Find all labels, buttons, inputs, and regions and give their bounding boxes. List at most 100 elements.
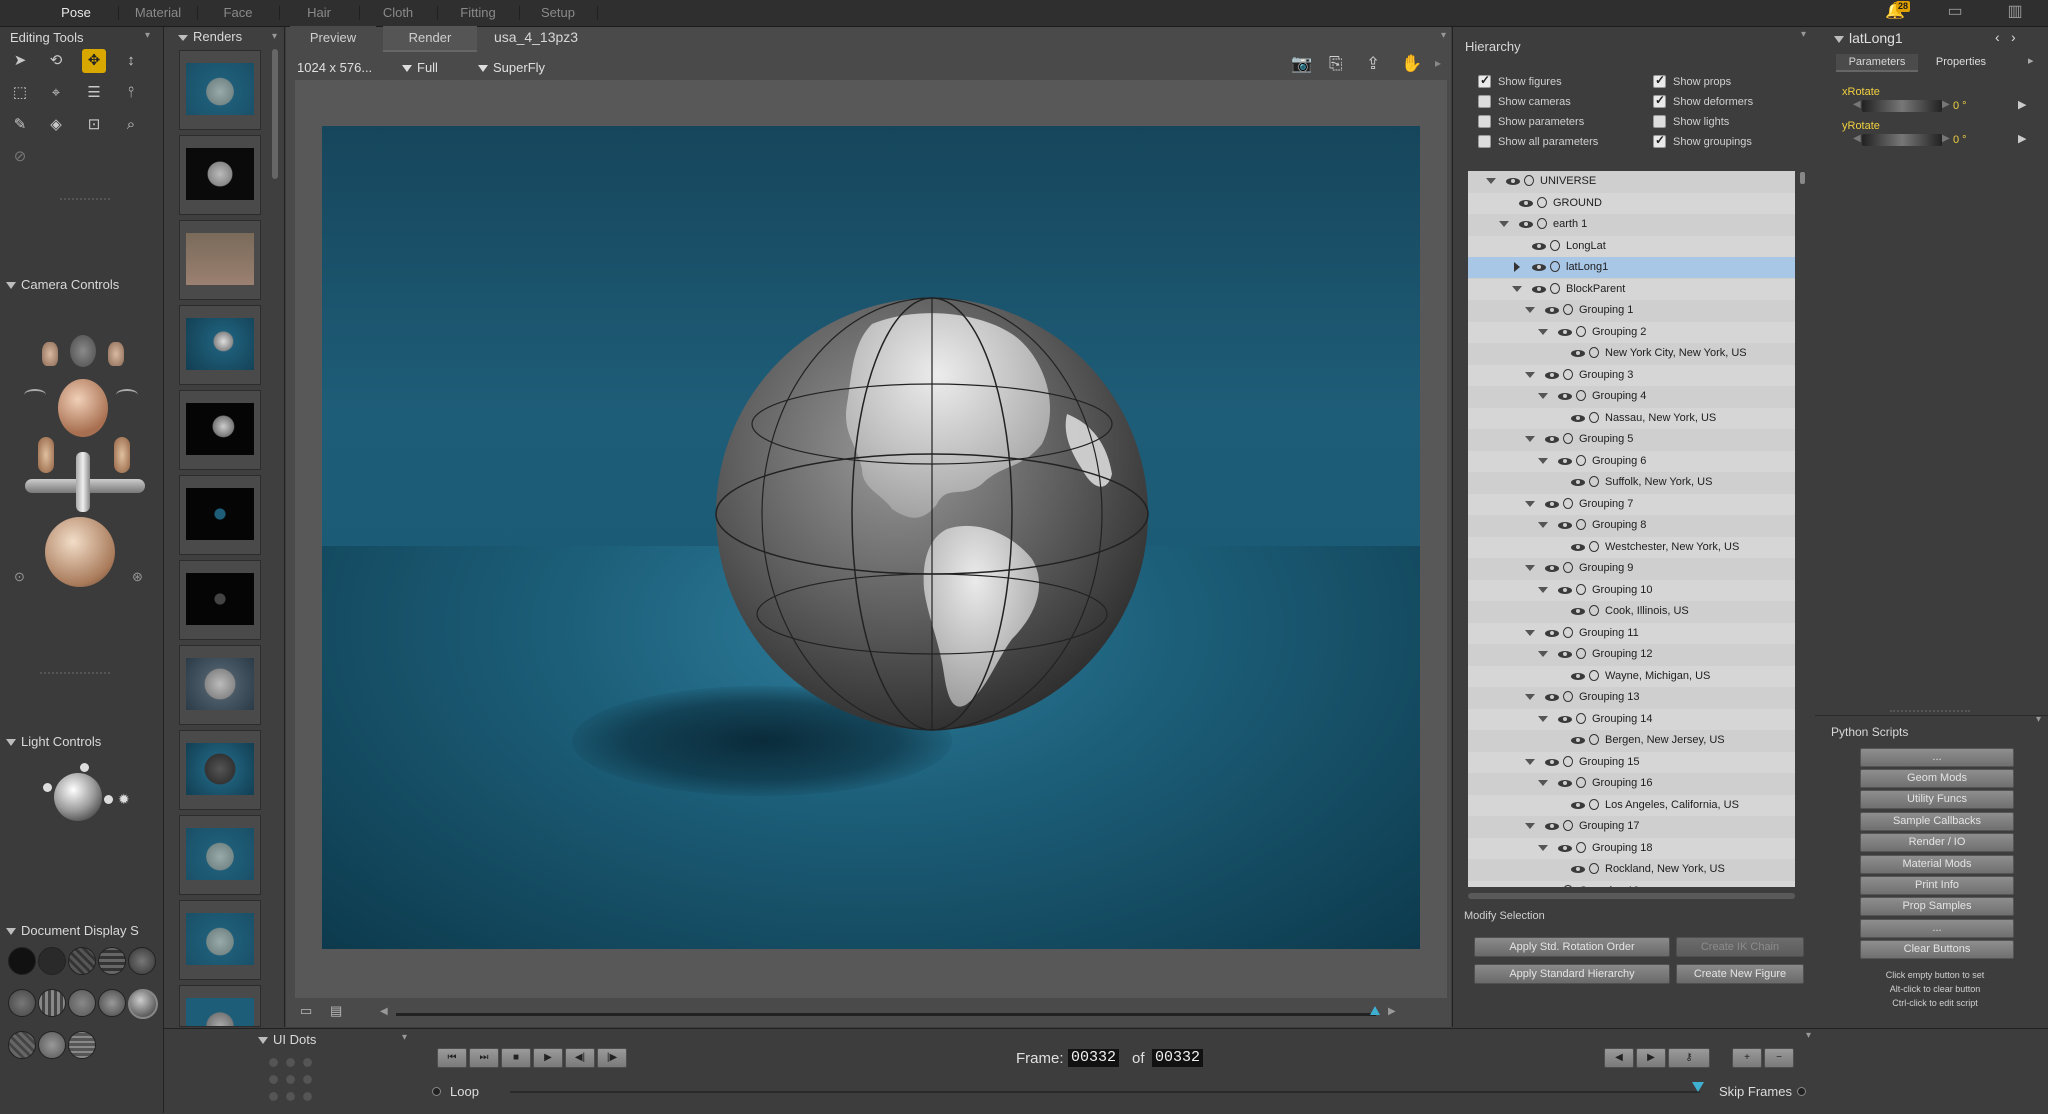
timeline-scrubber[interactable] (1692, 1082, 1704, 1092)
render-thumbnail[interactable] (179, 220, 261, 300)
tree-node[interactable]: LongLat (1468, 235, 1795, 257)
add-keyframe-button[interactable]: + (1732, 1048, 1762, 1068)
tab-face[interactable]: Face (198, 3, 278, 23)
render-thumbnail[interactable] (179, 730, 261, 810)
tree-node[interactable]: Grouping 9 (1468, 558, 1795, 579)
hidden-line-style-swatch[interactable] (98, 947, 126, 975)
tree-node[interactable]: Suffolk, New York, US (1468, 472, 1795, 493)
current-frame-field[interactable]: 00332 (1068, 1049, 1120, 1067)
tree-node[interactable]: Grouping 16 (1468, 773, 1795, 794)
visibility-eye-icon[interactable] (1571, 414, 1585, 422)
tree-horizontal-scrollbar[interactable] (1468, 893, 1795, 899)
script-button-material-mods[interactable]: Material Mods (1860, 855, 2014, 874)
right-arm-icon[interactable] (114, 437, 130, 473)
edit-keyframes-key-icon[interactable]: ⚷ (1668, 1048, 1710, 1068)
ui-dots-menu-icon[interactable]: ▾ (402, 1032, 407, 1043)
tree-node[interactable]: Wayne, Michigan, US (1468, 665, 1795, 687)
grouping-tool-icon[interactable]: ⊡ (82, 113, 106, 137)
tree-node[interactable]: Grouping 5 (1468, 429, 1795, 450)
visibility-eye-icon[interactable] (1558, 457, 1572, 465)
tree-node[interactable]: Grouping 3 (1468, 364, 1795, 386)
sun-icon[interactable]: ✹ (118, 791, 130, 808)
rotate-tool-icon[interactable]: ⟲ (44, 49, 68, 73)
translate-y-tool-icon[interactable]: ↕ (119, 49, 143, 73)
expand-toggle-icon[interactable] (1538, 715, 1548, 722)
morph-brush-icon[interactable]: ✎ (8, 113, 32, 137)
create-ik-chain-button[interactable]: Create IK Chain (1676, 937, 1804, 957)
xrotate-value[interactable]: 0 ° (1953, 100, 1967, 112)
visibility-eye-icon[interactable] (1558, 780, 1572, 787)
render-camera-icon[interactable]: 📷 (1291, 54, 1312, 74)
expand-toggle-icon[interactable] (1525, 436, 1535, 442)
hierarchy-menu-icon[interactable]: ▾ (1801, 29, 1806, 40)
scale-tool-icon[interactable]: ⬚ (8, 81, 32, 105)
cartoon-style-swatch[interactable] (68, 989, 96, 1017)
select-tool-icon[interactable]: ➤ (8, 49, 32, 73)
visibility-eye-icon[interactable] (1532, 242, 1546, 250)
render-quality-dropdown[interactable]: Full (402, 60, 438, 75)
tree-node[interactable]: Bergen, New Jersey, US (1468, 730, 1795, 751)
next-keyframe-button[interactable]: ▶ (1636, 1048, 1666, 1068)
renders-scrollbar[interactable] (272, 49, 278, 179)
visibility-eye-icon[interactable] (1558, 393, 1572, 400)
face-camera-icon[interactable] (70, 335, 96, 367)
params-menu-icon[interactable]: ▸ (2028, 54, 2034, 67)
script-button-prop-samples[interactable]: Prop Samples (1860, 897, 2014, 916)
rotate-left-icon[interactable] (24, 389, 46, 401)
tree-node[interactable]: Grouping 4 (1468, 386, 1795, 407)
translate-tool-icon[interactable]: ✥ (82, 49, 106, 73)
script-button-geom-mods[interactable]: Geom Mods (1860, 769, 2014, 788)
visibility-eye-icon[interactable] (1545, 629, 1559, 637)
render-thumbnail[interactable] (179, 645, 261, 725)
xrotate-dial[interactable] (1862, 100, 1942, 112)
expand-toggle-icon[interactable] (1525, 629, 1535, 636)
xrotate-dec-icon[interactable]: ◀ (1853, 99, 1861, 110)
left-arm-icon[interactable] (38, 437, 54, 473)
right-hand-camera-icon[interactable] (108, 342, 124, 366)
yrotate-menu-icon[interactable]: ▶ (2018, 132, 2026, 145)
tree-node[interactable]: Grouping 14 (1468, 708, 1795, 730)
renderer-dropdown[interactable]: SuperFly (478, 60, 545, 75)
yrotate-value[interactable]: 0 ° (1953, 134, 1967, 146)
expand-toggle-icon[interactable] (1486, 178, 1496, 184)
total-frames-field[interactable]: 00332 (1152, 1049, 1204, 1067)
render-scrub-track[interactable] (396, 1013, 1376, 1016)
script-button-empty[interactable]: ... (1860, 919, 2014, 938)
tree-node[interactable]: Grouping 10 (1468, 579, 1795, 601)
expand-toggle-icon[interactable] (1538, 780, 1548, 786)
chat-icon[interactable]: ▭ (1942, 2, 1968, 22)
loop-radio[interactable] (432, 1087, 441, 1096)
tab-fitting[interactable]: Fitting (438, 3, 518, 23)
visibility-eye-icon[interactable] (1571, 866, 1585, 873)
create-new-figure-button[interactable]: Create New Figure (1676, 964, 1804, 984)
outline-style-swatch[interactable] (38, 947, 66, 975)
tree-node[interactable]: Rockland, New York, US (1468, 859, 1795, 880)
skip-frames-radio[interactable] (1797, 1087, 1806, 1096)
visibility-eye-icon[interactable] (1571, 479, 1585, 486)
xrotate-inc-icon[interactable]: ▶ (1942, 99, 1950, 110)
scrub-left-icon[interactable]: ◀ (380, 1006, 388, 1017)
sketch-style-swatch[interactable] (38, 1031, 66, 1059)
tree-node[interactable]: Grouping 8 (1468, 515, 1795, 536)
tree-node[interactable]: BlockParent (1468, 278, 1795, 300)
smooth-lined-style-swatch[interactable] (8, 1031, 36, 1059)
tree-scrollbar[interactable] (1800, 172, 1805, 184)
visibility-eye-icon[interactable] (1545, 500, 1559, 508)
expand-toggle-icon[interactable] (1525, 758, 1535, 765)
tree-node[interactable]: Grouping 6 (1468, 450, 1795, 472)
camera-flyaround-icon[interactable]: ⊛ (132, 569, 143, 585)
tab-hair[interactable]: Hair (280, 3, 358, 23)
taper-tool-icon[interactable]: ☰ (82, 81, 106, 105)
expand-toggle-icon[interactable] (1538, 457, 1548, 464)
visibility-eye-icon[interactable] (1545, 307, 1559, 314)
tree-node[interactable]: Grouping 18 (1468, 837, 1795, 859)
tree-node[interactable]: Grouping 17 (1468, 816, 1795, 837)
view-magnifier-icon[interactable]: ⊘ (8, 145, 32, 169)
step-to-end-button[interactable]: ⏭ (469, 1048, 499, 1068)
render-thumbnail[interactable] (179, 985, 261, 1027)
visibility-eye-icon[interactable] (1571, 350, 1585, 357)
visibility-eye-icon[interactable] (1571, 608, 1585, 615)
smooth-shaded-style-swatch[interactable] (98, 989, 126, 1017)
visibility-eye-icon[interactable] (1532, 285, 1546, 293)
visibility-eye-icon[interactable] (1571, 737, 1585, 744)
